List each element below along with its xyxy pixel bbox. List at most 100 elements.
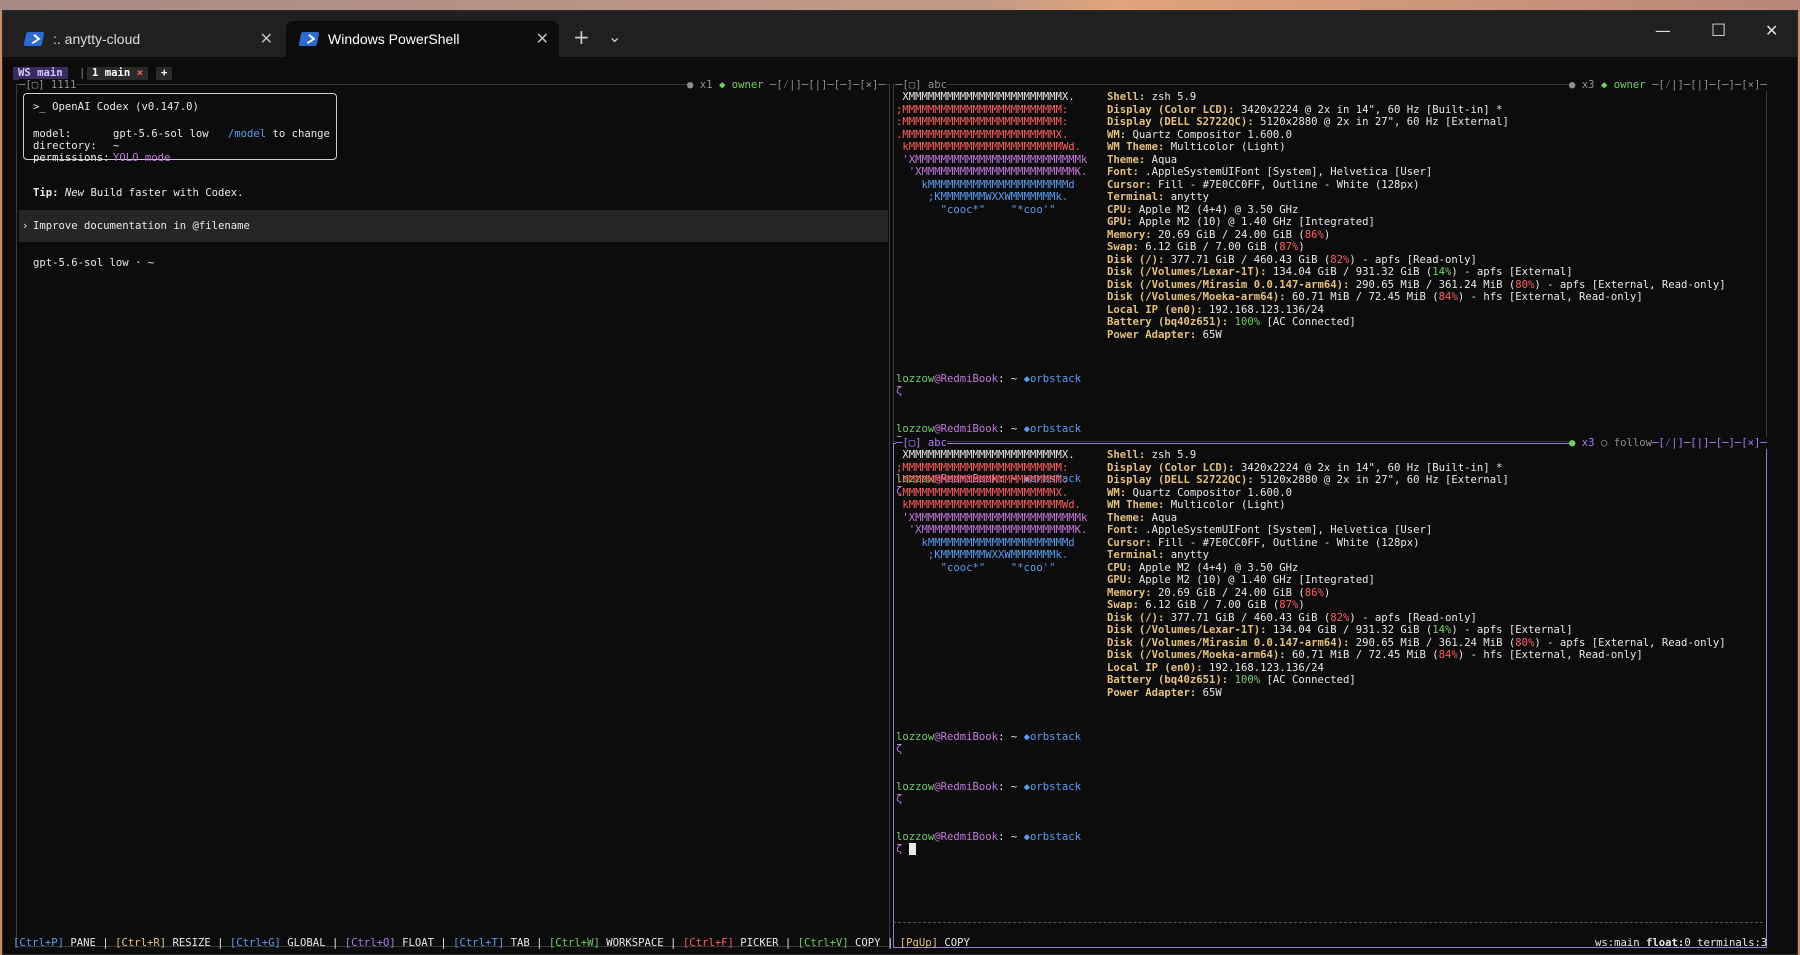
sysinfo-row: Theme: Aqua <box>1107 512 1177 524</box>
sysinfo-value: Apple M2 (4+4) @ 3.50 GHz <box>1132 203 1299 216</box>
prompt-host: @RedmiBook <box>934 423 999 435</box>
shortcut-separator: | <box>95 937 116 949</box>
tab-label: Windows PowerShell <box>328 31 460 47</box>
ascii-logo-line: ;MMMMMMMMMMMMMMMMMMMMMMMMM: <box>896 461 1069 474</box>
tab-anytty-cloud[interactable]: :. anytty-cloud ✕ <box>11 21 283 57</box>
prompt-host: @RedmiBook <box>934 781 999 793</box>
sysinfo-value: Quartz Compositor 1.600.0 <box>1126 128 1292 141</box>
sysinfo-row: Display (DELL S2722QC): 5120x2880 @ 2x i… <box>1107 116 1509 128</box>
maximize-button[interactable]: ☐ <box>1711 21 1726 41</box>
sysinfo-value: 3420x2224 @ 2x in 14", 60 Hz [Built-in] … <box>1234 103 1503 116</box>
model-key: model: <box>33 128 72 140</box>
pane-meta: x1 <box>699 79 713 91</box>
pane-window-controls[interactable]: ─[⁄|]─[|]─[─]─[×]─ <box>1652 437 1767 449</box>
add-workspace-tab-button[interactable]: + <box>156 67 173 80</box>
shortcut-key: [Ctrl+O] <box>344 937 396 949</box>
status-bar: [Ctrl+P] PANE | [Ctrl+R] RESIZE | [Ctrl+… <box>13 937 970 949</box>
shortcut-separator: | <box>434 937 454 949</box>
sysinfo-value: 6.12 GiB / 7.00 GiB ( <box>1138 241 1280 253</box>
sysinfo-value: 65W <box>1196 328 1222 341</box>
shortcut-tab[interactable]: [Ctrl+T] TAB <box>453 937 530 949</box>
prompt-path: ~ <box>1004 731 1024 743</box>
shortcut-key: [Ctrl+G] <box>229 937 281 949</box>
shell-prompt: lozzow@RedmiBook: ~ ◆orbstack <box>896 731 1081 743</box>
pane-window-controls[interactable]: ─[⁄|]─[|]─[─]─[×]─ <box>1652 79 1767 91</box>
close-window-button[interactable]: ✕ <box>1765 21 1778 40</box>
sysinfo-value: 290.65 MiB / 361.24 MiB ( <box>1349 636 1516 649</box>
ascii-logo-line: ;MMMMMMMMMMMMMMMMMMMMMMMMM: <box>896 103 1069 116</box>
left-pane-header-controls: ● x1 ◆ owner ─[⁄|]─[|]─[─]─[×]─ <box>687 79 885 91</box>
workspace-tab-main[interactable]: 1 main × <box>87 67 149 80</box>
sysinfo-key: Local IP (en0): <box>1107 303 1203 316</box>
shortcut-label: FLOAT <box>395 937 435 949</box>
sysinfo-row: Swap: 6.12 GiB / 7.00 GiB (87%) <box>1107 599 1305 611</box>
sysinfo-value: 5120x2880 @ 2x in 27", 60 Hz [External] <box>1253 116 1509 128</box>
sysinfo-key: Font: <box>1107 166 1139 178</box>
workspace-tab-close-icon[interactable]: × <box>137 67 143 79</box>
sysinfo-key: Disk (/): <box>1107 253 1165 266</box>
ascii-logo-line: .MMMMMMMMMMMMMMMMMMMMMMMMX. <box>896 486 1069 499</box>
sysinfo-key: Font: <box>1107 524 1139 536</box>
right-bottom-pane-header-controls: ● x3 ○ follow─[⁄|]─[|]─[─]─[×]─ <box>1569 437 1767 449</box>
tip-key: Tip: <box>33 187 59 199</box>
pane-role: follow <box>1613 437 1652 449</box>
codex-directory-value: ~ <box>113 140 120 152</box>
sysinfo-percent: 14% <box>1432 624 1452 636</box>
shortcut-global[interactable]: [Ctrl+G] GLOBAL <box>230 937 326 949</box>
shortcut-pane[interactable]: [Ctrl+P] PANE <box>13 937 96 949</box>
powershell-icon <box>298 32 320 46</box>
codex-footer: gpt-5.6-sol low · ~ <box>33 257 155 269</box>
codex-directory-key: directory: <box>33 140 97 152</box>
shortcut-picker[interactable]: [Ctrl+F] PICKER <box>683 937 779 949</box>
shortcut-separator: | <box>880 937 900 949</box>
sysinfo-row: CPU: Apple M2 (4+4) @ 3.50 GHz <box>1107 562 1298 574</box>
suggestion-text[interactable]: Improve documentation in @filename <box>33 220 250 232</box>
owner-diamond-icon: ◆ <box>1600 79 1608 91</box>
terminal-area[interactable]: WS main | 1 main × + ─[▢] 1111 ● x1 ◆ ow… <box>3 57 1797 955</box>
ascii-logo-line: XMMMMMMMMMMMMMMMMMMMMMMMMX. <box>896 449 1075 461</box>
new-tab-button[interactable]: + <box>573 25 590 49</box>
sysinfo-percent: 87% <box>1279 241 1299 253</box>
sysinfo-key: Local IP (en0): <box>1107 661 1203 674</box>
sysinfo-value-tail: ) - apfs [Read-only] <box>1349 611 1477 624</box>
status-dot-icon: ● <box>687 79 694 91</box>
sysinfo-row: Display (Color LCD): 3420x2224 @ 2x in 1… <box>1107 462 1502 474</box>
prompt-branch: orbstack <box>1029 373 1082 385</box>
prompt-host: @RedmiBook <box>934 831 999 843</box>
shortcut-label: GLOBAL <box>280 937 326 949</box>
shortcut-copy[interactable]: [PgUp] COPY <box>900 937 970 949</box>
tab-dropdown-button[interactable]: ⌄ <box>608 27 621 46</box>
close-tab-icon[interactable]: ✕ <box>260 29 273 48</box>
sysinfo-row: Disk (/Volumes/Mirasim 0.0.147-arm64): 2… <box>1107 637 1726 649</box>
sysinfo-percent: 80% <box>1515 278 1535 291</box>
shortcut-float[interactable]: [Ctrl+O] FLOAT <box>345 937 434 949</box>
codex-prompt-icon: >_ <box>33 101 46 113</box>
sysinfo-key: WM: <box>1107 486 1127 499</box>
minimize-button[interactable]: — <box>1655 21 1671 40</box>
model-command[interactable]: /model <box>228 128 266 140</box>
shortcut-workspace[interactable]: [Ctrl+W] WORKSPACE <box>549 937 664 949</box>
sysinfo-value-tail: ) - apfs [Read-only] <box>1349 253 1477 266</box>
ascii-logo-line: :MMMMMMMMMMMMMMMMMMMMMMMMM: <box>896 116 1069 128</box>
tab-windows-powershell[interactable]: Windows PowerShell ✕ <box>286 21 559 57</box>
prompt-path: ~ <box>1004 373 1024 385</box>
pane-window-controls[interactable]: ─[⁄|]─[|]─[─]─[×]─ <box>770 79 885 91</box>
prompt-user: lozzow <box>896 423 935 435</box>
sysinfo-key: Display (DELL S2722QC): <box>1107 474 1254 486</box>
sysinfo-value-tail: ) - hfs [External, Read-only] <box>1457 649 1643 661</box>
sysinfo-percent: 86% <box>1304 228 1324 241</box>
sysinfo-value: 134.04 GiB / 931.32 GiB ( <box>1266 266 1433 278</box>
pane-role: owner <box>1613 79 1646 91</box>
text-cursor[interactable] <box>908 843 916 855</box>
prompt-caret: ζ <box>896 385 902 397</box>
sysinfo-key: Terminal: <box>1107 191 1165 203</box>
shortcut-resize[interactable]: [Ctrl+R] RESIZE <box>115 937 211 949</box>
sysinfo-key: Disk (/Volumes/Mirasim 0.0.147-arm64): <box>1107 636 1350 649</box>
close-tab-icon[interactable]: ✕ <box>536 29 549 48</box>
shortcut-copy[interactable]: [Ctrl+V] COPY <box>798 937 881 949</box>
shortcut-label: COPY <box>937 937 970 949</box>
workspace-tab-label: 1 main <box>92 67 131 79</box>
sysinfo-row: Cursor: Fill - #7E0CC0FF, Outline - Whit… <box>1107 179 1420 191</box>
sysinfo-key: Disk (/Volumes/Moeka-arm64): <box>1107 291 1286 303</box>
codex-version: OpenAI Codex (v0.147.0) <box>52 101 199 113</box>
